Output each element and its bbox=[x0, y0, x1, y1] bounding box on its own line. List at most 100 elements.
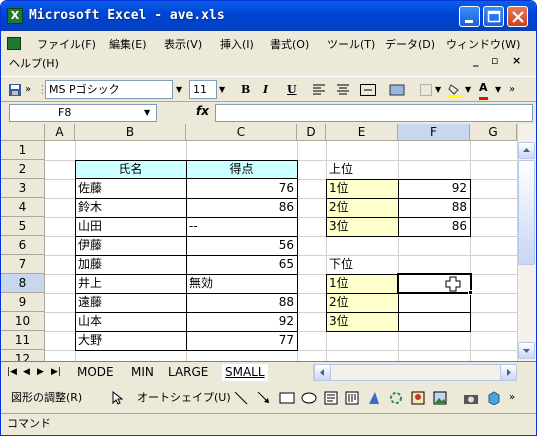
score-cell[interactable]: 88 bbox=[186, 293, 297, 312]
underline-button[interactable]: U bbox=[287, 80, 297, 100]
horizontal-scrollbar[interactable] bbox=[313, 364, 517, 381]
align-center-icon[interactable] bbox=[336, 80, 350, 100]
name-cell[interactable]: 鈴木 bbox=[75, 198, 186, 217]
name-cell[interactable]: 山本 bbox=[75, 312, 186, 331]
scroll-down-button[interactable] bbox=[518, 342, 535, 359]
fill-color-icon[interactable] bbox=[447, 80, 463, 100]
row-header-10[interactable]: 10 bbox=[1, 312, 45, 331]
row-header-4[interactable]: 4 bbox=[1, 198, 45, 217]
select-all-corner[interactable] bbox=[1, 124, 45, 141]
sheet-tab-mode[interactable]: MODE bbox=[77, 364, 114, 381]
col-header-g[interactable]: G bbox=[470, 124, 517, 141]
currency-style-icon[interactable] bbox=[389, 80, 405, 100]
score-cell[interactable]: -- bbox=[186, 217, 297, 236]
score-cell[interactable]: 86 bbox=[186, 198, 297, 217]
oval-icon[interactable] bbox=[301, 388, 317, 408]
scroll-left-button[interactable] bbox=[314, 364, 331, 381]
col-header-f[interactable]: F bbox=[398, 124, 470, 141]
doc-close-icon[interactable]: × bbox=[512, 54, 521, 67]
worksheet-grid[interactable]: A B C D E F G 1 2 3 4 5 6 7 8 9 10 11 12… bbox=[1, 124, 536, 361]
picture-icon[interactable] bbox=[433, 388, 447, 408]
maximize-button[interactable] bbox=[483, 6, 504, 27]
name-cell[interactable]: 加藤 bbox=[75, 255, 186, 274]
name-box-dropdown-icon[interactable]: ▼ bbox=[144, 105, 150, 121]
borders-dropdown-icon[interactable]: ▼ bbox=[435, 80, 441, 100]
name-cell[interactable]: 大野 bbox=[75, 331, 186, 350]
score-cell[interactable]: 92 bbox=[186, 312, 297, 331]
sheet-tab-small[interactable]: SMALL bbox=[222, 364, 268, 381]
row-header-5[interactable]: 5 bbox=[1, 217, 45, 236]
toolbar-options-icon[interactable]: » bbox=[509, 80, 515, 100]
toolbar-overflow-icon[interactable]: » bbox=[25, 80, 31, 100]
arrow-icon[interactable] bbox=[257, 388, 271, 408]
score-header-name[interactable]: 氏名 bbox=[75, 160, 186, 179]
col-header-c[interactable]: C bbox=[186, 124, 297, 141]
name-cell[interactable]: 伊藤 bbox=[75, 236, 186, 255]
bold-button[interactable]: B bbox=[241, 80, 250, 100]
menu-tools[interactable]: ツール(T) bbox=[327, 36, 375, 52]
autoshape-menu[interactable]: オートシェイプ(U) bbox=[137, 388, 231, 408]
lower-value-cell[interactable] bbox=[398, 293, 470, 312]
vertical-textbox-icon[interactable] bbox=[345, 388, 359, 408]
font-name-dropdown-icon[interactable]: ▼ bbox=[176, 80, 182, 100]
font-color-dropdown-icon[interactable]: ▼ bbox=[495, 80, 501, 100]
lower-rank-cell[interactable]: 1位 bbox=[326, 274, 398, 293]
excel-app-icon[interactable]: X bbox=[7, 8, 23, 24]
doc-restore-icon[interactable]: ▫ bbox=[491, 54, 498, 67]
draw-menu[interactable]: 図形の調整(R) bbox=[11, 388, 82, 408]
line-icon[interactable] bbox=[234, 388, 248, 408]
menu-format[interactable]: 書式(O) bbox=[270, 36, 309, 52]
menu-insert[interactable]: 挿入(I) bbox=[220, 36, 254, 52]
3d-style-icon[interactable] bbox=[487, 388, 501, 408]
upper-rank-cell[interactable]: 2位 bbox=[326, 198, 398, 217]
sheet-tab-min[interactable]: MIN bbox=[131, 364, 154, 381]
lower-rank-cell[interactable]: 3位 bbox=[326, 312, 398, 331]
next-sheet-icon[interactable]: ▶ bbox=[37, 364, 44, 381]
insert-function-button[interactable]: fx bbox=[196, 104, 209, 118]
rectangle-icon[interactable] bbox=[279, 388, 295, 408]
merge-center-icon[interactable] bbox=[360, 80, 376, 100]
wordart-icon[interactable] bbox=[367, 388, 381, 408]
col-header-d[interactable]: D bbox=[297, 124, 326, 141]
vertical-scrollbar[interactable] bbox=[517, 124, 536, 361]
diagram-icon[interactable] bbox=[389, 388, 403, 408]
borders-icon[interactable] bbox=[419, 80, 433, 100]
row-header-2[interactable]: 2 bbox=[1, 160, 45, 179]
score-cell[interactable]: 65 bbox=[186, 255, 297, 274]
score-cell[interactable]: 76 bbox=[186, 179, 297, 198]
row-header-11[interactable]: 11 bbox=[1, 331, 45, 350]
menu-help[interactable]: ヘルプ(H) bbox=[9, 55, 59, 71]
title-bar[interactable]: X Microsoft Excel - ave.xls bbox=[1, 1, 536, 31]
col-header-b[interactable]: B bbox=[75, 124, 186, 141]
fill-handle[interactable] bbox=[468, 290, 473, 295]
camera-icon[interactable] bbox=[463, 388, 479, 408]
sheet-tab-large[interactable]: LARGE bbox=[168, 364, 208, 381]
upper-value-cell[interactable]: 86 bbox=[398, 217, 470, 236]
menu-window[interactable]: ウィンドウ(W) bbox=[446, 36, 520, 52]
score-cell[interactable]: 無効 bbox=[186, 274, 297, 293]
row-header-9[interactable]: 9 bbox=[1, 293, 45, 312]
font-color-button[interactable]: A bbox=[479, 80, 488, 100]
row-header-12[interactable]: 12 bbox=[1, 350, 45, 361]
upper-value-cell[interactable]: 92 bbox=[398, 179, 470, 198]
upper-value-cell[interactable]: 88 bbox=[398, 198, 470, 217]
prev-sheet-icon[interactable]: ◀ bbox=[23, 364, 30, 381]
name-cell[interactable]: 山田 bbox=[75, 217, 186, 236]
select-objects-icon[interactable] bbox=[111, 388, 124, 408]
name-cell[interactable]: 井上 bbox=[75, 274, 186, 293]
row-header-1[interactable]: 1 bbox=[1, 141, 45, 160]
save-icon[interactable] bbox=[7, 80, 23, 100]
menu-data[interactable]: データ(D) bbox=[385, 36, 435, 52]
col-header-a[interactable]: A bbox=[45, 124, 75, 141]
last-sheet-icon[interactable]: ▶| bbox=[51, 364, 61, 381]
lower-value-cell[interactable] bbox=[398, 312, 470, 331]
font-name-combo[interactable]: MS Pゴシック bbox=[45, 80, 173, 99]
lower-title[interactable]: 下位 bbox=[326, 255, 398, 274]
name-cell[interactable]: 遠藤 bbox=[75, 293, 186, 312]
italic-button[interactable]: I bbox=[263, 80, 268, 100]
first-sheet-icon[interactable]: |◀ bbox=[7, 364, 17, 381]
menu-edit[interactable]: 編集(E) bbox=[109, 36, 147, 52]
row-header-6[interactable]: 6 bbox=[1, 236, 45, 255]
clipart-icon[interactable] bbox=[411, 388, 425, 408]
name-cell[interactable]: 佐藤 bbox=[75, 179, 186, 198]
